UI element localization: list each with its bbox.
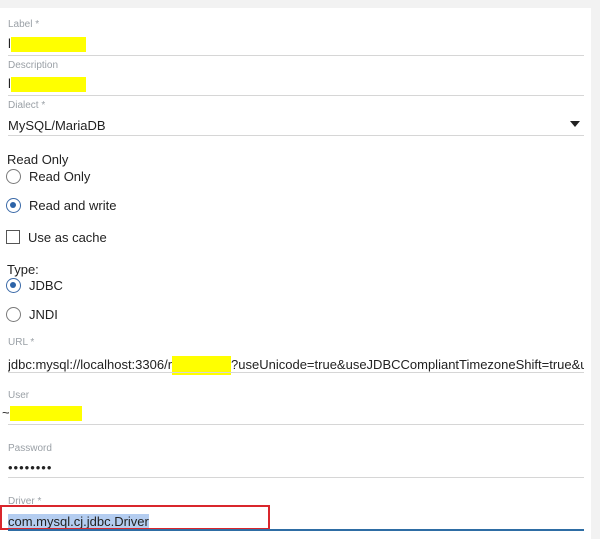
dialect-select[interactable]: MySQL/MariaDB [8,118,584,134]
password-input[interactable]: •••••••• [8,460,584,476]
radio-jdbc[interactable]: JDBC [6,276,63,294]
user-underline [8,424,584,425]
redaction [9,406,82,422]
annotation-highlight-box [0,505,270,530]
url-value-suffix: ?useUnicode=true&useJDBCCompliantTimezon… [231,356,584,372]
radio-checked-icon[interactable] [6,277,21,293]
radio-jndi-label: JNDI [29,306,58,322]
read-only-title: Read Only [7,152,69,167]
user-input-value: ~ [2,405,10,420]
password-underline [8,477,584,478]
radio-checked-icon[interactable] [6,197,21,213]
url-underline [8,372,584,373]
radio-read-only[interactable]: Read Only [6,167,90,185]
dialect-underline [8,135,584,136]
description-field-label: Description [8,60,59,71]
top-strip [0,0,600,8]
url-field-label: URL * [8,337,35,348]
right-strip [591,0,600,539]
redaction [10,37,86,53]
dropdown-arrow-icon[interactable] [570,121,580,127]
label-input[interactable]: l [8,36,584,53]
description-field[interactable]: Description l [8,60,584,93]
dialect-field[interactable]: Dialect * MySQL/MariaDB [8,100,584,134]
radio-unchecked-icon[interactable] [6,306,21,322]
use-as-cache-label: Use as cache [28,229,107,245]
url-field[interactable]: URL * jdbc:mysql://localhost:3306/r ?useU… [8,337,584,375]
label-field[interactable]: Label * l [8,19,584,53]
label-underline [8,55,584,56]
checkbox-unchecked-icon[interactable] [6,230,20,244]
use-as-cache-checkbox[interactable]: Use as cache [6,228,107,246]
type-title: Type: [7,262,39,277]
user-field-label: User [8,390,30,401]
radio-read-and-write[interactable]: Read and write [6,196,116,214]
user-field[interactable]: User ~ [2,390,584,422]
radio-read-only-label: Read Only [29,168,91,184]
description-underline [8,95,584,96]
driver-underline-focused [8,529,584,531]
password-field-label: Password [8,443,52,454]
radio-jndi[interactable]: JNDI [6,305,58,323]
redaction [10,77,86,93]
radio-unchecked-icon[interactable] [6,168,21,184]
description-input[interactable]: l [8,76,584,93]
label-field-label: Label * [8,19,40,30]
dialect-field-label: Dialect * [8,100,46,111]
radio-jdbc-label: JDBC [29,277,63,293]
radio-read-and-write-label: Read and write [29,197,117,213]
url-value-prefix: jdbc:mysql://localhost:3306/ [8,356,168,372]
user-input[interactable]: ~ [2,405,584,422]
password-field[interactable]: Password •••••••• [8,443,584,476]
